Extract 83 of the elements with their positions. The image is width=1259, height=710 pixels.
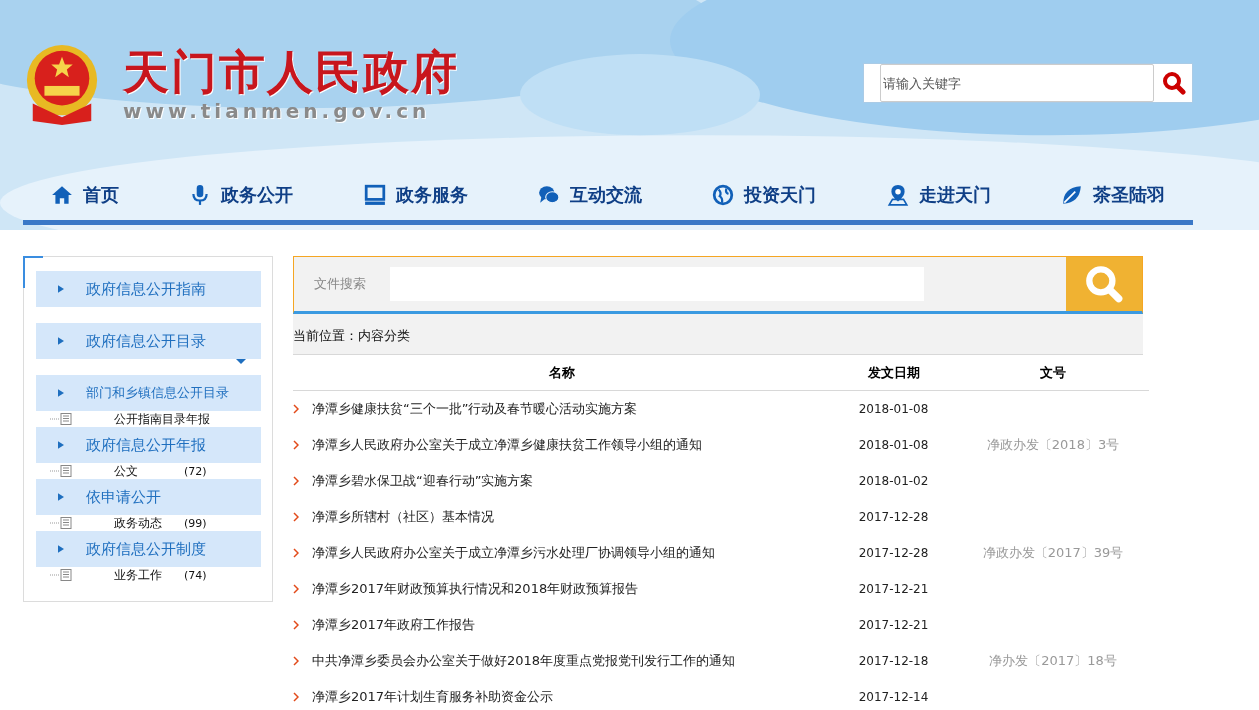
triangle-icon bbox=[58, 545, 64, 553]
chat-icon bbox=[538, 184, 560, 206]
triangle-icon bbox=[58, 441, 64, 449]
nav-link[interactable]: 走进天门 bbox=[886, 179, 991, 211]
tree-item[interactable]: 政务动态 bbox=[114, 515, 184, 531]
document-icon bbox=[50, 465, 74, 477]
nav-link[interactable]: 投资天门 bbox=[712, 179, 817, 211]
triangle-icon bbox=[58, 285, 64, 293]
date-cell: 2017-12-18 bbox=[858, 654, 929, 668]
tree-item[interactable]: 业务工作 bbox=[114, 567, 184, 583]
column-header: 文号 bbox=[957, 355, 1149, 391]
file-search-label: 文件搜索 bbox=[314, 275, 366, 293]
document-icon bbox=[50, 413, 74, 425]
site-url: www.tianmen.gov.cn bbox=[123, 99, 432, 123]
sidebar-item[interactable]: 部门和乡镇信息公开目录 bbox=[36, 375, 261, 411]
date-cell: 2017-12-21 bbox=[858, 618, 929, 632]
chevron-icon bbox=[293, 512, 299, 522]
sidebar-item-label: 政府信息公开制度 bbox=[86, 539, 206, 559]
breadcrumb: 当前位置：内容分类 bbox=[293, 314, 1143, 355]
item-count: (74) bbox=[184, 568, 207, 582]
nav-link[interactable]: 政务公开 bbox=[189, 179, 294, 211]
document-link[interactable]: 净潭乡碧水保卫战“迎春行动”实施方案 bbox=[312, 472, 534, 490]
date-cell: 2017-12-14 bbox=[858, 690, 929, 704]
sidebar-item-label: 政府信息公开年报 bbox=[86, 435, 206, 455]
document-link[interactable]: 净潭乡2017年计划生育服务补助资金公示 bbox=[312, 688, 554, 706]
sidebar-item-label: 政府信息公开目录 bbox=[86, 331, 206, 351]
chevron-icon bbox=[293, 692, 299, 702]
sidebar-item-label: 部门和乡镇信息公开目录 bbox=[86, 384, 229, 402]
column-header: 发文日期 bbox=[830, 355, 957, 391]
search-field[interactable]: 请输入关键字 bbox=[863, 63, 1193, 103]
date-cell: 2017-12-28 bbox=[858, 546, 929, 560]
chevron-icon bbox=[293, 656, 299, 666]
document-number: 净政办发〔2017〕39号 bbox=[982, 545, 1124, 560]
nav-link[interactable]: 首页 bbox=[51, 179, 119, 211]
item-count: (99) bbox=[184, 516, 207, 530]
monitor-icon bbox=[363, 184, 386, 206]
search-icon bbox=[1083, 263, 1125, 305]
chevron-icon bbox=[293, 440, 299, 450]
home-icon bbox=[51, 184, 73, 206]
sidebar-item[interactable]: 政府信息公开目录 bbox=[36, 323, 261, 359]
chevron-icon bbox=[293, 548, 299, 558]
sidebar-item-label: 政府信息公开指南 bbox=[86, 279, 206, 299]
sidebar-item[interactable]: 政府信息公开年报 bbox=[36, 427, 261, 463]
sidebar-item[interactable]: 政府信息公开指南 bbox=[36, 271, 261, 307]
sidebar-item[interactable]: 依申请公开 bbox=[36, 479, 261, 515]
nav-link[interactable]: 互动交流 bbox=[538, 179, 642, 211]
search-button[interactable] bbox=[1066, 257, 1142, 311]
date-cell: 2018-01-02 bbox=[858, 474, 929, 488]
document-link[interactable]: 中共净潭乡委员会办公室关于做好2018年度重点党报党刊发行工作的通知 bbox=[312, 652, 736, 670]
chevron-icon bbox=[293, 620, 299, 630]
document-link[interactable]: 净潭乡人民政府办公室关于成立净潭乡污水处理厂协调领导小组的通知 bbox=[312, 544, 715, 562]
chevron-icon bbox=[293, 476, 299, 486]
document-number: 净政办发〔2018〕3号 bbox=[986, 437, 1120, 452]
date-cell: 2018-01-08 bbox=[858, 402, 929, 416]
nav-link[interactable]: 政务服务 bbox=[363, 179, 468, 211]
location-icon bbox=[886, 184, 909, 206]
nav-link[interactable]: 茶圣陆羽 bbox=[1060, 179, 1165, 211]
leaf-icon bbox=[1060, 184, 1083, 206]
document-link[interactable]: 净潭乡健康扶贫“三个一批”行动及春节暖心活动实施方案 bbox=[312, 400, 638, 418]
sidebar-item[interactable]: 政府信息公开制度 bbox=[36, 531, 261, 567]
document-link[interactable]: 净潭乡2017年财政预算执行情况和2018年财政预算报告 bbox=[312, 580, 639, 598]
triangle-icon bbox=[58, 389, 64, 397]
document-number: 净办发〔2017〕18号 bbox=[989, 653, 1117, 668]
date-cell: 2017-12-28 bbox=[858, 510, 929, 524]
date-cell: 2017-12-21 bbox=[858, 582, 929, 596]
site-title: 天门市人民政府 bbox=[123, 45, 459, 99]
column-header: 名称 bbox=[293, 355, 830, 391]
triangle-icon bbox=[58, 337, 64, 345]
globe-icon bbox=[712, 184, 735, 206]
date-cell: 2018-01-08 bbox=[858, 438, 929, 452]
chevron-icon bbox=[293, 584, 299, 594]
search-icon[interactable] bbox=[1162, 71, 1186, 95]
document-link[interactable]: 净潭乡所辖村（社区）基本情况 bbox=[312, 508, 494, 526]
tree-item[interactable]: 公文 bbox=[114, 463, 184, 479]
document-icon bbox=[50, 517, 74, 529]
chevron-icon bbox=[293, 404, 299, 414]
document-icon bbox=[50, 569, 74, 581]
document-link[interactable]: 净潭乡2017年政府工作报告 bbox=[312, 616, 476, 634]
sidebar-item-label: 依申请公开 bbox=[86, 487, 161, 507]
triangle-icon bbox=[58, 493, 64, 501]
document-link[interactable]: 净潭乡人民政府办公室关于成立净潭乡健康扶贫工作领导小组的通知 bbox=[312, 436, 702, 454]
item-count: (72) bbox=[184, 464, 207, 478]
tree-item[interactable]: 公开指南目录年报 bbox=[114, 411, 210, 427]
